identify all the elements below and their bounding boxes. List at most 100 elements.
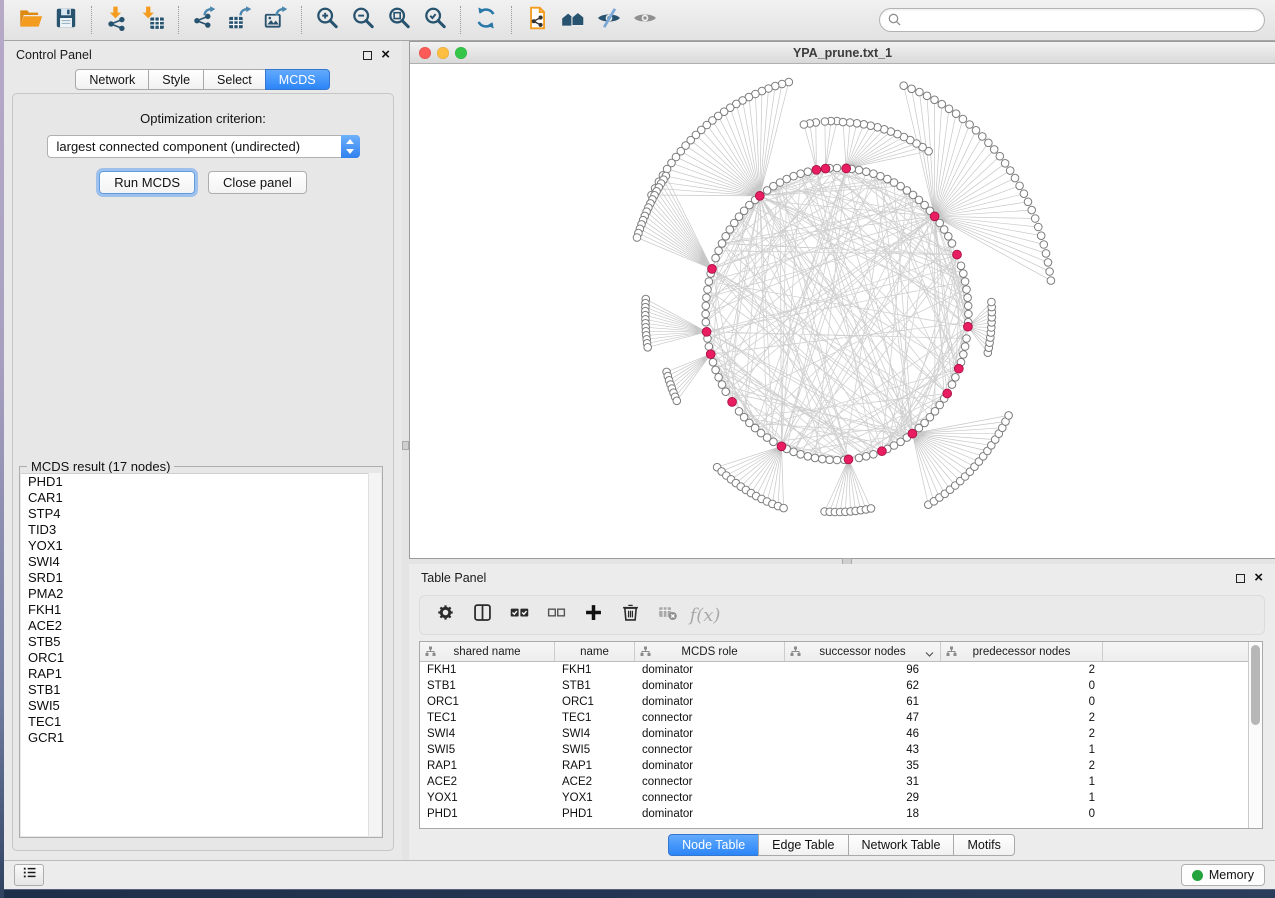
- mcds-result-item[interactable]: TID3: [21, 522, 381, 538]
- export-table-icon: [227, 5, 253, 36]
- table-row[interactable]: SWI4SWI4dominator462: [420, 726, 1262, 742]
- close-panel-icon[interactable]: ×: [381, 50, 390, 60]
- first-neighbors-icon: [560, 5, 586, 36]
- scrollbar-thumb[interactable]: [1251, 645, 1260, 725]
- mcds-result-scrollbar[interactable]: [368, 473, 381, 836]
- search-input[interactable]: [879, 8, 1265, 32]
- import-table-button[interactable]: [135, 4, 171, 36]
- table-row[interactable]: TEC1TEC1connector472: [420, 710, 1262, 726]
- optimization-criterion-dropdown[interactable]: largest connected component (undirected): [47, 135, 360, 158]
- column-header-name[interactable]: name: [555, 642, 635, 661]
- mcds-result-item[interactable]: STP4: [21, 506, 381, 522]
- table-cell: 46: [785, 728, 941, 740]
- table-cell: 0: [941, 696, 1103, 708]
- task-history-button[interactable]: [14, 864, 44, 886]
- save-button[interactable]: [48, 4, 84, 36]
- vertical-splitter[interactable]: [402, 41, 409, 860]
- tab-select[interactable]: Select: [203, 69, 266, 90]
- mcds-result-item[interactable]: SRD1: [21, 570, 381, 586]
- refresh-button[interactable]: [468, 4, 504, 36]
- mcds-result-item[interactable]: SWI4: [21, 554, 381, 570]
- table-row[interactable]: RAP1RAP1dominator352: [420, 758, 1262, 774]
- mcds-result-item[interactable]: STB1: [21, 682, 381, 698]
- close-panel-icon[interactable]: ×: [1254, 573, 1263, 583]
- mcds-result-item[interactable]: SWI5: [21, 698, 381, 714]
- add-column-button[interactable]: [578, 600, 608, 630]
- table-cell: ACE2: [555, 776, 635, 788]
- float-panel-icon[interactable]: [363, 51, 372, 60]
- split-view-button[interactable]: [467, 600, 497, 630]
- table-row[interactable]: ORC1ORC1dominator610: [420, 694, 1262, 710]
- table-row[interactable]: STB1STB1dominator620: [420, 678, 1262, 694]
- table-cell: PHD1: [555, 808, 635, 820]
- tab-mcds[interactable]: MCDS: [265, 69, 330, 90]
- mcds-result-item[interactable]: CAR1: [21, 490, 381, 506]
- table-cell: connector: [635, 792, 785, 804]
- close-window-icon[interactable]: [419, 47, 431, 59]
- zoom-in-button[interactable]: [309, 4, 345, 36]
- zoom-fit-button[interactable]: [381, 4, 417, 36]
- tab-node-table[interactable]: Node Table: [668, 834, 759, 856]
- export-image-icon: [263, 5, 289, 36]
- mcds-result-item[interactable]: PMA2: [21, 586, 381, 602]
- export-image-button[interactable]: [258, 4, 294, 36]
- hide-selected-button[interactable]: [591, 4, 627, 36]
- mcds-result-item[interactable]: GCR1: [21, 730, 381, 746]
- column-header-shared-name[interactable]: shared name: [420, 642, 555, 661]
- table-row[interactable]: ACE2ACE2connector311: [420, 774, 1262, 790]
- sort-indicator-icon[interactable]: [925, 649, 934, 661]
- table-cell: ORC1: [420, 696, 555, 708]
- table-scrollbar[interactable]: [1248, 642, 1262, 828]
- deselect-all-button[interactable]: [541, 600, 571, 630]
- close-panel-button[interactable]: Close panel: [208, 171, 307, 194]
- mcds-result-item[interactable]: ACE2: [21, 618, 381, 634]
- tab-network[interactable]: Network: [75, 69, 149, 90]
- memory-button[interactable]: Memory: [1181, 864, 1265, 886]
- run-mcds-button[interactable]: Run MCDS: [99, 171, 195, 194]
- table-row[interactable]: SWI5SWI5connector431: [420, 742, 1262, 758]
- select-all-button[interactable]: [504, 600, 534, 630]
- mcds-result-item[interactable]: TEC1: [21, 714, 381, 730]
- show-all-button[interactable]: [627, 4, 663, 36]
- tab-edge-table[interactable]: Edge Table: [758, 834, 848, 856]
- table-header-row: shared namenameMCDS rolesuccessor nodesp…: [420, 642, 1262, 662]
- network-from-document-button[interactable]: [519, 4, 555, 36]
- network-graph[interactable]: [410, 64, 1274, 558]
- delete-column-button[interactable]: [615, 600, 645, 630]
- column-header-MCDS-role[interactable]: MCDS role: [635, 642, 785, 661]
- tab-network-table[interactable]: Network Table: [848, 834, 955, 856]
- network-window-titlebar[interactable]: YPA_prune.txt_1: [410, 42, 1275, 64]
- import-network-button[interactable]: [99, 4, 135, 36]
- table-cell: 2: [941, 760, 1103, 772]
- gear-button[interactable]: [430, 600, 460, 630]
- table-row[interactable]: FKH1FKH1dominator962: [420, 662, 1262, 678]
- export-network-button[interactable]: [186, 4, 222, 36]
- mcds-result-item[interactable]: ORC1: [21, 650, 381, 666]
- maximize-window-icon[interactable]: [455, 47, 467, 59]
- mcds-result-item[interactable]: RAP1: [21, 666, 381, 682]
- tab-style[interactable]: Style: [148, 69, 204, 90]
- zoom-out-button[interactable]: [345, 4, 381, 36]
- first-neighbors-button[interactable]: [555, 4, 591, 36]
- node-table[interactable]: shared namenameMCDS rolesuccessor nodesp…: [419, 641, 1263, 829]
- column-header-successor-nodes[interactable]: successor nodes: [785, 642, 941, 661]
- zoom-selected-button[interactable]: [417, 4, 453, 36]
- export-table-button[interactable]: [222, 4, 258, 36]
- tab-motifs[interactable]: Motifs: [953, 834, 1014, 856]
- main-toolbar: [4, 0, 1275, 41]
- table-cell: 35: [785, 760, 941, 772]
- table-row[interactable]: PHD1PHD1dominator180: [420, 806, 1262, 822]
- mcds-result-item[interactable]: YOX1: [21, 538, 381, 554]
- minimize-window-icon[interactable]: [437, 47, 449, 59]
- float-panel-icon[interactable]: [1236, 574, 1245, 583]
- network-canvas[interactable]: [410, 64, 1275, 558]
- mcds-result-list[interactable]: PHD1CAR1STP4TID3YOX1SWI4SRD1PMA2FKH1ACE2…: [21, 473, 381, 836]
- table-cell: STB1: [420, 680, 555, 692]
- mcds-result-item[interactable]: FKH1: [21, 602, 381, 618]
- splitter-handle[interactable]: [402, 441, 409, 450]
- mcds-result-item[interactable]: STB5: [21, 634, 381, 650]
- mcds-result-item[interactable]: PHD1: [21, 474, 381, 490]
- column-header-predecessor-nodes[interactable]: predecessor nodes: [941, 642, 1103, 661]
- open-button[interactable]: [12, 4, 48, 36]
- table-row[interactable]: YOX1YOX1connector291: [420, 790, 1262, 806]
